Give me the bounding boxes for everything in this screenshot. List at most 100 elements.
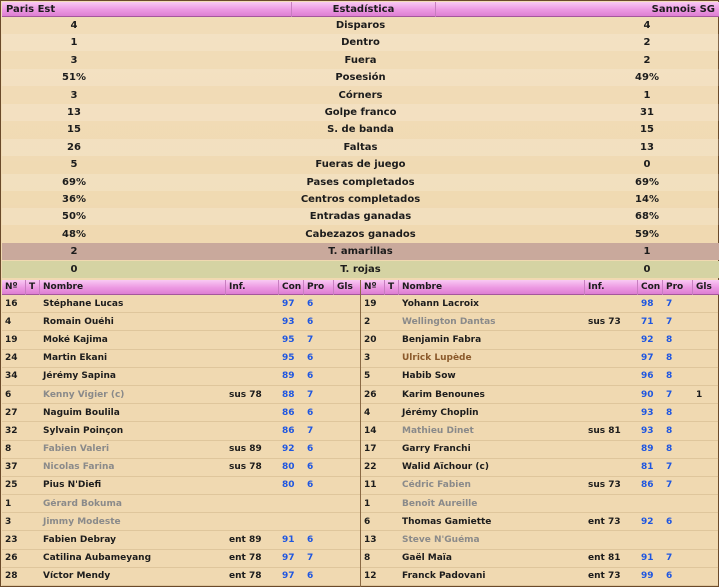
col-inf[interactable]: Inf. [585, 279, 638, 295]
player-name[interactable]: Fabien Valeri [40, 444, 226, 454]
stat-label: Fueras de juego [315, 159, 406, 171]
col-name[interactable]: Nombre [399, 279, 585, 295]
match-stats-panel: Paris Est Estadística Sannois SG 4 Dispar… [0, 0, 719, 587]
player-row[interactable]: 37 Nicolas Farina sus 78 80 6 [2, 459, 360, 477]
player-name[interactable]: Catilina Aubameyang [40, 553, 226, 563]
player-number: 20 [364, 334, 377, 345]
col-con[interactable]: Con [279, 279, 304, 295]
player-name[interactable]: Moké Kajima [40, 335, 226, 345]
player-con: 97 [282, 571, 295, 582]
player-row[interactable]: 22 Walid Aïchour (c) 81 7 [361, 459, 719, 477]
player-name[interactable]: Thomas Gamiette [399, 517, 585, 527]
player-name[interactable]: Garry Franchi [399, 444, 585, 454]
player-row[interactable]: 2 Wellington Dantas sus 73 71 7 [361, 313, 719, 332]
player-number: 32 [5, 425, 18, 436]
player-name[interactable]: Jimmy Modeste [40, 517, 226, 527]
player-name[interactable]: Karim Benounes [399, 390, 585, 400]
col-no[interactable]: Nº [2, 279, 26, 295]
player-name[interactable]: Habib Sow [399, 371, 585, 381]
player-name[interactable]: Franck Padovani [399, 571, 585, 581]
stat-away-value: 31 [640, 107, 654, 118]
player-name[interactable]: Jérémy Choplin [399, 408, 585, 418]
player-row[interactable]: 6 Thomas Gamiette ent 73 92 6 [361, 513, 719, 532]
player-row[interactable]: 6 Kenny Vigier (c) sus 78 88 7 [2, 386, 360, 405]
col-no[interactable]: Nº [361, 279, 385, 295]
player-row[interactable]: 5 Habib Sow 96 8 [361, 368, 719, 386]
player-con: 86 [641, 480, 654, 491]
player-name[interactable]: Walid Aïchour (c) [399, 462, 585, 472]
player-name[interactable]: Gérard Bokuma [40, 499, 226, 509]
home-team-name[interactable]: Paris Est [2, 2, 292, 17]
player-name[interactable]: Sylvain Poinçon [40, 426, 226, 436]
stat-label: Disparos [335, 20, 386, 31]
col-pro[interactable]: Pro [663, 279, 693, 295]
player-pro: 6 [307, 480, 314, 491]
player-row[interactable]: 8 Gaël Maïa ent 81 91 7 [361, 550, 719, 568]
player-name[interactable]: Nicolas Farina [40, 462, 226, 472]
player-pro: 6 [307, 371, 314, 382]
player-row[interactable]: 16 Stéphane Lucas 97 6 [2, 295, 360, 314]
player-name[interactable]: Yohann Lacroix [399, 299, 585, 309]
player-row[interactable]: 1 Benoît Aureille [361, 495, 719, 514]
player-row[interactable]: 4 Romain Ouéhi 93 6 [2, 313, 360, 332]
player-name[interactable]: Romain Ouéhi [40, 317, 226, 327]
col-t[interactable]: T [26, 279, 40, 295]
player-row[interactable]: 13 Steve N'Guéma [361, 531, 719, 550]
stat-label: Pases completados [306, 176, 415, 188]
player-row[interactable]: 3 Jimmy Modeste [2, 513, 360, 532]
col-pro[interactable]: Pro [304, 279, 334, 295]
player-row[interactable]: 28 Víctor Mendy ent 78 97 6 [2, 568, 360, 586]
player-row[interactable]: 8 Fabien Valeri sus 89 92 6 [2, 441, 360, 459]
player-row[interactable]: 34 Jérémy Sapina 89 6 [2, 368, 360, 386]
stat-label: T. rojas [340, 263, 381, 275]
player-name[interactable]: Steve N'Guéma [399, 535, 585, 545]
player-row[interactable]: 25 Pius N'Diefi 80 6 [2, 477, 360, 496]
player-row[interactable]: 11 Cédric Fabien sus 73 86 7 [361, 477, 719, 496]
player-row[interactable]: 20 Benjamin Fabra 92 8 [361, 331, 719, 350]
player-name[interactable]: Naguim Boulila [40, 408, 226, 418]
player-con: 86 [282, 425, 295, 436]
col-t[interactable]: T [385, 279, 399, 295]
player-name[interactable]: Cédric Fabien [399, 480, 585, 490]
player-row[interactable]: 24 Martin Ekani 95 6 [2, 350, 360, 368]
player-row[interactable]: 1 Gérard Bokuma [2, 495, 360, 514]
player-name[interactable]: Kenny Vigier (c) [40, 390, 226, 400]
player-number: 16 [5, 298, 18, 309]
col-name[interactable]: Nombre [40, 279, 226, 295]
player-row[interactable]: 23 Fabien Debray ent 89 91 6 [2, 531, 360, 550]
player-con: 93 [641, 407, 654, 418]
player-name[interactable]: Jérémy Sapina [40, 371, 226, 381]
player-row[interactable]: 26 Karim Benounes 90 7 1 [361, 386, 719, 405]
player-name[interactable]: Benjamin Fabra [399, 335, 585, 345]
player-row[interactable]: 3★Ulrick Lupède978 [361, 350, 719, 368]
player-name[interactable]: Mathieu Dinet [399, 426, 585, 436]
player-row[interactable]: 12 Franck Padovani ent 73 99 6 [361, 568, 719, 586]
player-name[interactable]: Ulrick Lupède [399, 353, 585, 363]
col-con[interactable]: Con [638, 279, 663, 295]
player-name[interactable]: Fabien Debray [40, 535, 226, 545]
player-name[interactable]: Stéphane Lucas [40, 299, 226, 309]
player-name[interactable]: Wellington Dantas [399, 317, 585, 327]
player-row[interactable]: 19 Yohann Lacroix 98 7 [361, 295, 719, 314]
away-team-name[interactable]: Sannois SG [436, 2, 719, 17]
player-pro: 8 [666, 371, 673, 382]
player-number: 5 [364, 371, 371, 382]
player-name[interactable]: Martin Ekani [40, 353, 226, 363]
player-name[interactable]: Gaël Maïa [399, 553, 585, 563]
player-row[interactable]: 26 Catilina Aubameyang ent 78 97 7 [2, 550, 360, 568]
col-inf[interactable]: Inf. [226, 279, 279, 295]
player-row[interactable]: 17 Garry Franchi 89 8 [361, 441, 719, 459]
player-row[interactable]: 4 Jérémy Choplin 93 8 [361, 404, 719, 423]
col-gls[interactable]: Gls [693, 280, 719, 295]
player-row[interactable]: 27 Naguim Boulila 86 6 [2, 404, 360, 423]
player-pro: 8 [666, 353, 673, 364]
player-name[interactable]: Víctor Mendy [40, 571, 226, 581]
player-row[interactable]: 19 Moké Kajima 95 7 [2, 331, 360, 350]
player-row[interactable]: 14 Mathieu Dinet sus 81 93 8 [361, 422, 719, 441]
stat-row: 26 Faltas 13 [2, 138, 719, 156]
col-gls[interactable]: Gls [334, 280, 360, 295]
player-name[interactable]: Benoît Aureille [399, 499, 585, 509]
player-row[interactable]: 32 Sylvain Poinçon 86 7 [2, 422, 360, 441]
player-pro: 6 [307, 316, 314, 327]
player-name[interactable]: Pius N'Diefi [40, 480, 226, 490]
